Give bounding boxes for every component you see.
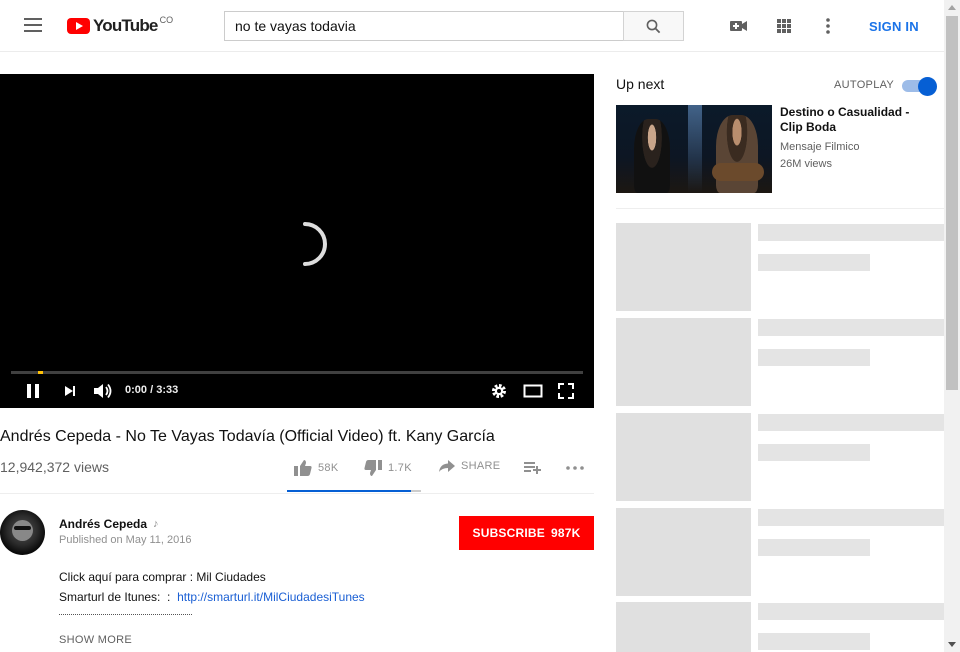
- logo-country-code: CO: [159, 15, 174, 25]
- current-time: 0:00: [125, 384, 148, 396]
- next-video-thumbnail[interactable]: [616, 105, 772, 193]
- placeholder-line: [758, 224, 944, 241]
- logo-text: YouTube: [93, 16, 158, 35]
- thumbnail-person: [634, 119, 670, 193]
- progress-buffered: [38, 371, 43, 374]
- view-count: 12,942,372 views: [0, 459, 109, 475]
- theater-mode-icon[interactable]: [522, 382, 544, 400]
- add-to-playlist-icon[interactable]: [524, 462, 547, 474]
- show-more-button[interactable]: SHOW MORE: [59, 634, 132, 646]
- thumbnail-person: [716, 115, 758, 193]
- publish-date: Published on May 11, 2016: [59, 534, 192, 546]
- scrollbar-thumb[interactable]: [946, 16, 958, 390]
- search-input[interactable]: [224, 11, 623, 41]
- youtube-logo[interactable]: YouTube CO: [67, 15, 173, 37]
- subscribe-button[interactable]: SUBSCRIBE 987K: [459, 516, 594, 550]
- placeholder-line: [758, 414, 944, 431]
- apps-grid-icon[interactable]: [774, 16, 794, 36]
- description-line-text: Smarturl de Itunes: :: [59, 590, 178, 604]
- next-video-views: 26M views: [780, 158, 832, 170]
- like-button[interactable]: 58K: [294, 460, 338, 476]
- music-note-icon: ♪: [153, 518, 159, 530]
- scroll-up-arrow-icon[interactable]: [948, 5, 956, 10]
- next-icon[interactable]: [62, 382, 78, 400]
- placeholder-thumbnail: [616, 223, 751, 311]
- placeholder-thumbnail: [616, 413, 751, 501]
- placeholder-line: [758, 319, 944, 336]
- share-button[interactable]: SHARE: [439, 460, 500, 472]
- share-label: SHARE: [461, 460, 501, 472]
- autoplay-toggle[interactable]: [902, 77, 937, 96]
- description-separator: [59, 614, 192, 615]
- autoplay-label: AUTOPLAY: [834, 79, 895, 91]
- youtube-play-logo-icon: [67, 18, 90, 34]
- subscribe-label: SUBSCRIBE: [472, 526, 545, 540]
- video-title: Andrés Cepeda - No Te Vayas Todavía (Off…: [0, 428, 495, 445]
- placeholder-thumbnail: [616, 508, 751, 596]
- pause-icon[interactable]: [25, 382, 41, 400]
- placeholder-line: [758, 349, 870, 366]
- time-separator: /: [147, 384, 157, 396]
- next-video-channel: Mensaje Filmico: [780, 141, 860, 153]
- duration: 3:33: [156, 384, 179, 396]
- sign-in-button[interactable]: SIGN IN: [869, 19, 919, 34]
- next-video-title[interactable]: Destino o Casualidad - Clip Boda: [780, 105, 930, 135]
- up-next-heading: Up next: [616, 76, 665, 92]
- fullscreen-icon[interactable]: [557, 382, 575, 400]
- placeholder-line: [758, 444, 870, 461]
- scrollbar[interactable]: [944, 0, 960, 652]
- description-line: Smarturl de Itunes: : http://smarturl.it…: [59, 590, 365, 604]
- volume-icon[interactable]: [92, 382, 114, 400]
- more-vertical-icon[interactable]: [818, 16, 838, 36]
- search-button[interactable]: [623, 11, 684, 41]
- dislike-count: 1.7K: [388, 462, 412, 474]
- scroll-down-arrow-icon[interactable]: [948, 642, 956, 647]
- search-bar: [224, 11, 684, 41]
- placeholder-thumbnail: [616, 318, 751, 406]
- thumbnail-light: [688, 105, 702, 193]
- video-camera-plus-icon[interactable]: [729, 16, 749, 36]
- progress-bar[interactable]: [11, 371, 583, 374]
- thumbnail-guitar: [712, 163, 764, 181]
- placeholder-line: [758, 254, 870, 271]
- placeholder-line: [758, 539, 870, 556]
- divider: [616, 208, 944, 209]
- like-count: 58K: [318, 462, 339, 474]
- divider: [0, 493, 594, 494]
- more-horizontal-icon[interactable]: [566, 466, 590, 470]
- loading-spinner-icon: [303, 222, 327, 266]
- sentiment-dislike-part: [411, 490, 421, 492]
- thumbs-up-icon: [294, 460, 312, 476]
- hamburger-menu-icon[interactable]: [24, 18, 42, 32]
- placeholder-line: [758, 509, 944, 526]
- channel-avatar[interactable]: [0, 510, 45, 555]
- share-arrow-icon: [439, 460, 455, 472]
- description-line: Click aquí para comprar : Mil Ciudades: [59, 570, 266, 584]
- toggle-knob: [918, 77, 937, 96]
- search-icon: [646, 19, 661, 33]
- settings-icon[interactable]: [490, 382, 508, 400]
- time-display: 0:00 / 3:33: [125, 384, 178, 396]
- placeholder-thumbnail: [616, 602, 751, 652]
- dislike-button[interactable]: 1.7K: [364, 460, 412, 476]
- placeholder-line: [758, 603, 944, 620]
- channel-name[interactable]: Andrés Cepeda: [59, 517, 147, 531]
- subscriber-count: 987K: [550, 526, 581, 540]
- placeholder-line: [758, 633, 870, 650]
- thumbs-down-icon: [364, 460, 382, 476]
- sentiment-bar: [287, 490, 421, 492]
- description-link[interactable]: http://smarturl.it/MilCiudadesiTunes: [177, 590, 365, 604]
- masthead: YouTube CO SIGN IN: [0, 0, 944, 52]
